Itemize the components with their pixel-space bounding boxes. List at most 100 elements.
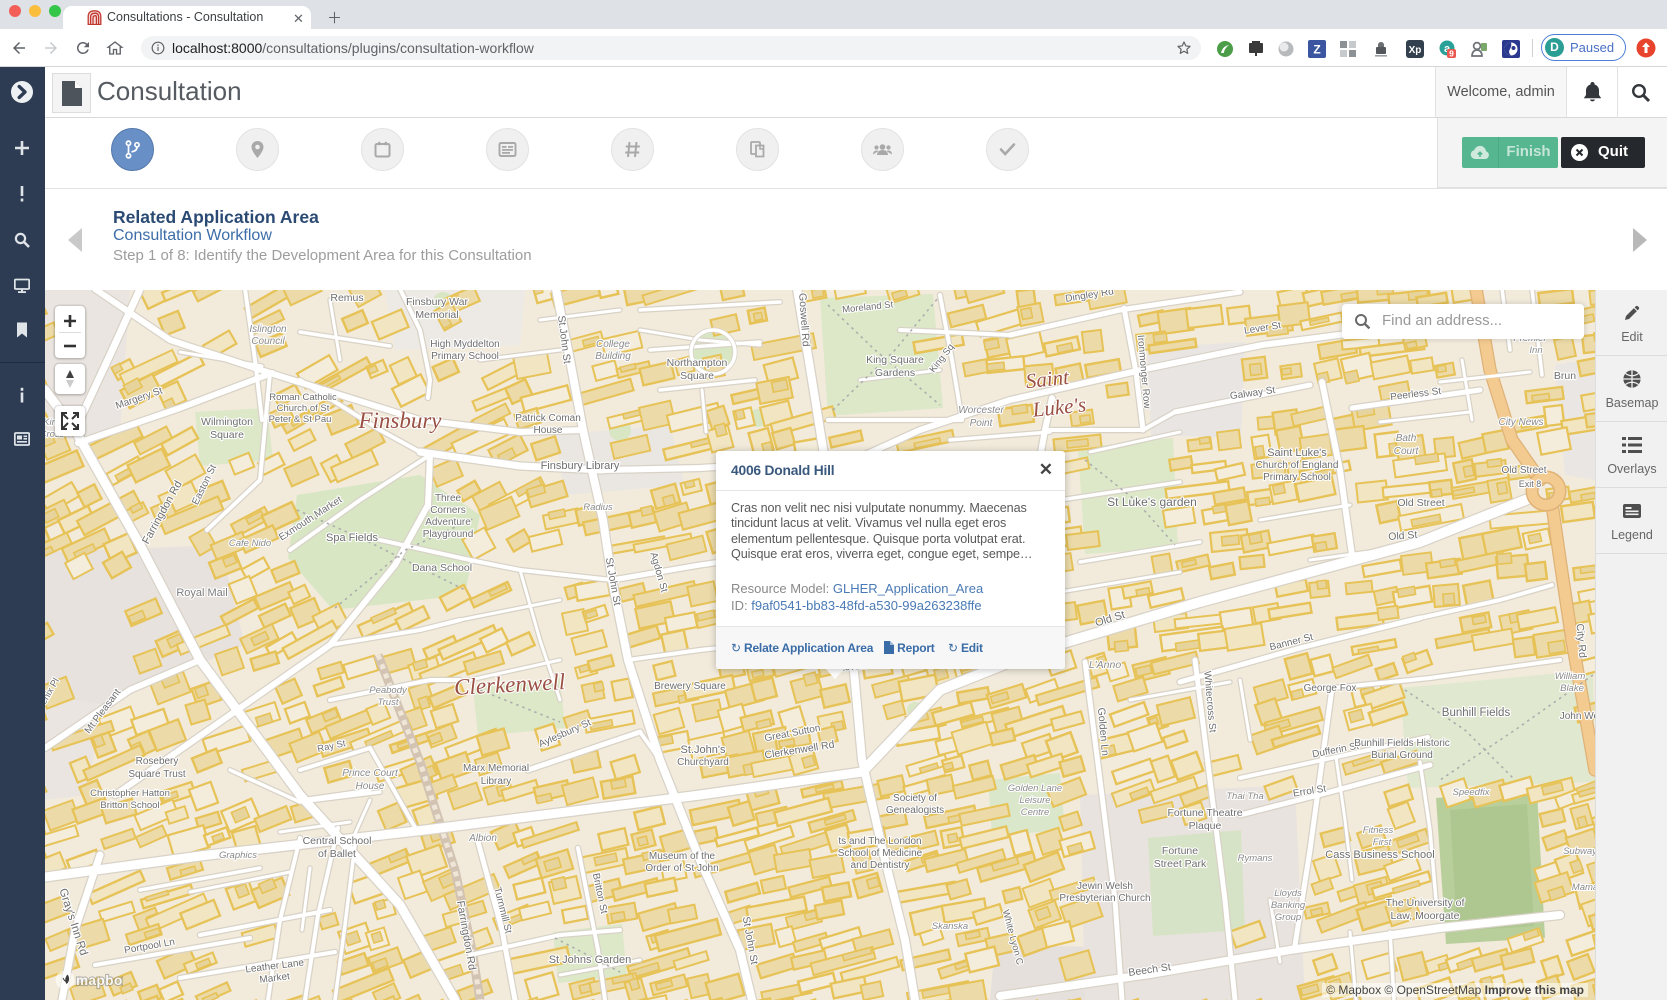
svg-text:Street Park: Street Park (1154, 858, 1207, 870)
svg-text:Memorial: Memorial (415, 309, 458, 321)
svg-text:St.John's: St.John's (681, 744, 726, 756)
svg-text:Subway: Subway (1563, 846, 1595, 857)
svg-text:School of Medicine: School of Medicine (838, 848, 923, 859)
svg-text:Banking: Banking (1271, 900, 1306, 911)
svg-text:Inn: Inn (1529, 345, 1542, 356)
svg-text:Remus: Remus (330, 292, 363, 304)
svg-text:Finsbury War: Finsbury War (406, 296, 469, 308)
svg-text:Bath: Bath (1396, 433, 1417, 444)
svg-text:Worcester: Worcester (958, 405, 1004, 416)
svg-text:Cafe Nido: Cafe Nido (229, 538, 271, 549)
svg-text:Saint: Saint (1025, 365, 1072, 394)
svg-text:Golden Lane: Golden Lane (1008, 783, 1062, 794)
svg-text:Corners: Corners (430, 505, 466, 516)
svg-text:9: 9 (1449, 49, 1454, 59)
svg-text:Museum of the: Museum of the (649, 851, 716, 862)
svg-text:Islington: Islington (249, 324, 287, 335)
svg-text:Square Trust: Square Trust (128, 769, 185, 780)
svg-text:Mama: Mama (1572, 882, 1595, 893)
svg-text:The University of: The University of (1386, 897, 1465, 909)
svg-text:Central School: Central School (303, 835, 372, 847)
svg-text:Presbyterian Church: Presbyterian Church (1059, 893, 1150, 904)
svg-text:Church of St: Church of St (277, 403, 330, 414)
svg-text:George Fox: George Fox (1304, 683, 1357, 694)
svg-text:Law, Moorgate: Law, Moorgate (1391, 910, 1460, 922)
svg-text:Adventure: Adventure (425, 517, 471, 528)
svg-text:Christopher Hatton: Christopher Hatton (90, 788, 170, 799)
svg-text:Speedfix: Speedfix (1453, 787, 1491, 798)
svg-text:Point: Point (970, 418, 994, 429)
svg-text:Northampton: Northampton (667, 357, 728, 369)
svg-text:Old Street: Old Street (1501, 465, 1546, 476)
svg-text:Centre: Centre (1021, 807, 1050, 818)
svg-text:Library: Library (481, 776, 512, 787)
svg-text:College: College (596, 339, 630, 350)
svg-text:Bunhill Fields Historic: Bunhill Fields Historic (1354, 738, 1450, 749)
svg-text:Council: Council (251, 336, 285, 347)
svg-text:Fortune: Fortune (1162, 845, 1198, 857)
svg-text:Graphics: Graphics (219, 850, 257, 861)
svg-text:Primary School: Primary School (1263, 472, 1331, 483)
svg-text:Fitness: Fitness (1363, 825, 1394, 836)
svg-text:Peabody: Peabody (369, 685, 408, 696)
svg-text:Court: Court (1394, 446, 1420, 457)
svg-text:House: House (356, 781, 385, 792)
svg-text:Royal Mail: Royal Mail (176, 587, 227, 599)
svg-text:Genealogists: Genealogists (886, 805, 944, 816)
svg-text:Thai Tha: Thai Tha (1226, 791, 1264, 802)
svg-text:Finsbury Library: Finsbury Library (541, 460, 620, 472)
svg-text:Group: Group (1275, 912, 1301, 923)
svg-text:Patrick Coman: Patrick Coman (515, 413, 581, 424)
svg-text:Peter & St Pau: Peter & St Pau (269, 414, 332, 425)
svg-text:St Johns Garden: St Johns Garden (549, 954, 632, 966)
svg-text:Three: Three (435, 493, 462, 504)
svg-text:of Ballet: of Ballet (318, 848, 356, 860)
svg-text:Old St: Old St (1388, 529, 1418, 543)
svg-text:Society of: Society of (893, 793, 937, 804)
svg-text:Church of England: Church of England (1256, 460, 1339, 471)
svg-text:Brun: Brun (1554, 370, 1576, 382)
svg-text:mapbox: mapbox (76, 973, 123, 988)
svg-text:Bunhill Fields: Bunhill Fields (1442, 707, 1511, 719)
svg-text:Rymans: Rymans (1238, 853, 1273, 864)
svg-text:Lloyds: Lloyds (1274, 888, 1302, 899)
svg-text:Roman Catholic: Roman Catholic (269, 392, 337, 403)
svg-text:Square: Square (680, 370, 714, 382)
svg-text:Prince Court: Prince Court (342, 768, 399, 779)
svg-text:Z: Z (1313, 43, 1320, 57)
svg-text:Order of St John: Order of St John (645, 863, 718, 874)
svg-text:Xp: Xp (1409, 45, 1422, 56)
svg-text:Fortune Theatre: Fortune Theatre (1167, 807, 1242, 819)
svg-text:Square: Square (210, 429, 244, 441)
svg-text:Skanska: Skanska (932, 921, 968, 932)
svg-text:Old Street: Old Street (1397, 497, 1444, 509)
svg-text:William: William (1555, 671, 1586, 682)
svg-text:St Luke's garden: St Luke's garden (1107, 495, 1197, 509)
svg-text:Finsbury: Finsbury (357, 408, 442, 433)
svg-text:and Dentistry: and Dentistry (851, 860, 910, 871)
svg-text:First: First (1373, 837, 1392, 848)
svg-text:Albion: Albion (468, 833, 497, 844)
svg-text:Primary School: Primary School (431, 351, 499, 362)
svg-text:Wilmington: Wilmington (201, 416, 253, 428)
svg-text:Gardens: Gardens (875, 367, 915, 379)
svg-text:ts and The London: ts and The London (838, 836, 921, 847)
svg-text:House: House (534, 425, 563, 436)
svg-text:Jewin Welsh: Jewin Welsh (1077, 881, 1133, 892)
svg-text:Exit 8: Exit 8 (1519, 479, 1542, 489)
svg-text:High Myddelton: High Myddelton (430, 339, 499, 350)
svg-text:City News: City News (1498, 417, 1543, 428)
svg-text:Britton School: Britton School (100, 800, 159, 811)
svg-text:Radius: Radius (583, 502, 613, 513)
svg-text:King Square: King Square (866, 354, 924, 366)
svg-text:Spa Fields: Spa Fields (326, 532, 378, 544)
svg-text:Dana School: Dana School (412, 562, 472, 574)
svg-text:Leisure: Leisure (1019, 795, 1050, 806)
svg-text:Building: Building (595, 351, 631, 362)
svg-text:Trust: Trust (378, 697, 399, 708)
svg-text:Blake: Blake (1560, 683, 1584, 694)
svg-text:Burial Ground: Burial Ground (1371, 750, 1433, 761)
svg-text:Rosebery: Rosebery (136, 756, 179, 767)
svg-text:L'Anno: L'Anno (1089, 659, 1122, 671)
svg-text:Saint Luke's: Saint Luke's (1267, 447, 1327, 459)
